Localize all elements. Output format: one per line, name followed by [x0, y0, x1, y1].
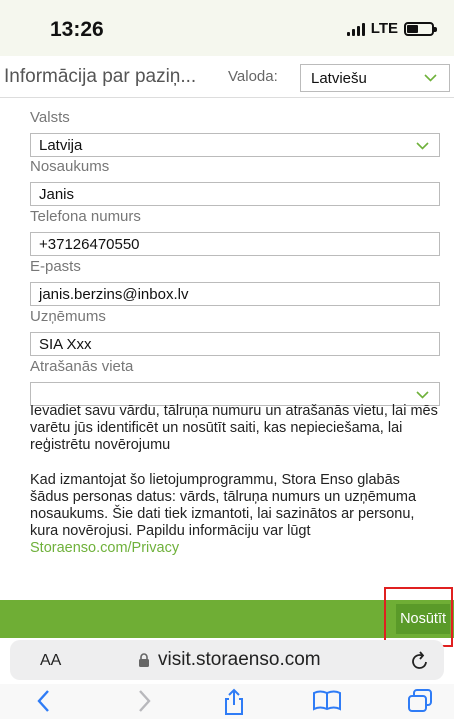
- chevron-down-icon: [424, 74, 437, 82]
- signal-icon: [346, 22, 365, 36]
- battery-icon: [404, 21, 437, 36]
- highlight-box: [384, 587, 453, 647]
- privacy-text: Kad izmantojat šo lietojumprogrammu, Sto…: [30, 472, 417, 539]
- browser-toolbar: [0, 684, 454, 719]
- network-type: LTE: [370, 20, 398, 37]
- chevron-down-icon: [416, 142, 429, 150]
- email-value: janis.berzins@inbox.lv: [39, 286, 189, 303]
- page-title: Informācija par paziņ...: [4, 66, 197, 87]
- back-icon[interactable]: [36, 688, 52, 714]
- email-label: E-pasts: [30, 258, 81, 275]
- status-time: 13:26: [50, 18, 104, 41]
- url-bar[interactable]: AA visit.storaenso.com: [10, 640, 444, 680]
- lock-icon: [139, 653, 149, 667]
- share-icon[interactable]: [222, 688, 246, 716]
- help-text: Ievadiet savu vārdu, tālruņa numuru un a…: [30, 403, 438, 453]
- company-field[interactable]: SIA Xxx: [30, 332, 440, 356]
- phone-value: +37126470550: [39, 236, 140, 253]
- language-select[interactable]: Latviešu: [300, 64, 450, 92]
- language-label: Valoda:: [228, 68, 278, 85]
- name-value: Janis: [39, 186, 75, 203]
- name-label: Nosaukums: [30, 158, 110, 175]
- privacy-link[interactable]: Storaenso.com/Privacy: [30, 540, 179, 556]
- status-bar: 13:26 LTE: [0, 0, 454, 56]
- status-indicators: LTE: [346, 20, 437, 37]
- country-value: Latvija: [39, 137, 83, 154]
- app-header: Informācija par paziņ... Valoda: Latvieš…: [0, 56, 454, 98]
- phone-field[interactable]: +37126470550: [30, 232, 440, 256]
- reload-icon[interactable]: [410, 649, 430, 671]
- tabs-icon[interactable]: [406, 688, 434, 714]
- country-select[interactable]: Latvija: [30, 133, 440, 157]
- privacy-notice: Kad izmantojat šo lietojumprogrammu, Sto…: [30, 472, 440, 557]
- company-value: SIA Xxx: [39, 336, 92, 353]
- forward-icon[interactable]: [136, 688, 152, 714]
- url-text[interactable]: visit.storaenso.com: [158, 649, 321, 671]
- reader-aa-button[interactable]: AA: [40, 652, 61, 670]
- name-field[interactable]: Janis: [30, 182, 440, 206]
- location-label: Atrašanās vieta: [30, 358, 134, 375]
- company-label: Uzņēmums: [30, 308, 106, 325]
- phone-label: Telefona numurs: [30, 208, 141, 225]
- language-value: Latviešu: [311, 70, 367, 87]
- country-label: Valsts: [30, 109, 70, 126]
- chevron-down-icon: [416, 391, 429, 399]
- bookmarks-icon[interactable]: [312, 688, 342, 712]
- email-field[interactable]: janis.berzins@inbox.lv: [30, 282, 440, 306]
